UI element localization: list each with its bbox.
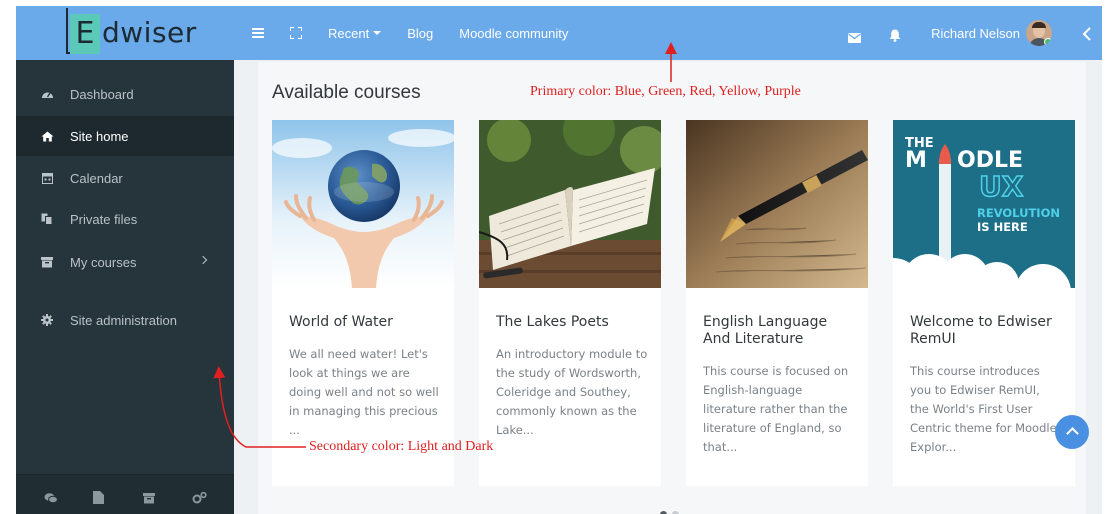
course-title[interactable]: World of Water [289, 314, 441, 331]
logo-letter: E [70, 14, 100, 54]
sidebar-item-private-files[interactable]: Private files [16, 199, 234, 239]
course-title[interactable]: The Lakes Poets [496, 314, 648, 331]
course-description: This course introduces you to Edwiser Re… [910, 364, 1061, 454]
sidebar-footer [16, 474, 234, 514]
moodle-ux-is-here: IS HERE [977, 220, 1028, 234]
course-card-welcome-to-edwiser-remui[interactable]: THE M ODLE UX REVOLUTION IS HERE Welcome… [893, 120, 1075, 486]
top-navbar: E dwiser Recent Blog Moodle community Ri… [16, 6, 1102, 60]
course-image: THE M ODLE UX REVOLUTION IS HERE [893, 120, 1075, 288]
nav-left: Recent Blog Moodle community [252, 6, 594, 60]
home-icon [40, 129, 54, 143]
online-status-dot [1044, 38, 1052, 46]
dashboard-icon [40, 87, 54, 101]
hamburger-icon [252, 28, 264, 38]
course-image [686, 120, 868, 288]
secondary-color-annotation: Secondary color: Light and Dark [309, 439, 494, 454]
user-menu[interactable]: Richard Nelson [931, 20, 1082, 46]
collapse-panel-button[interactable] [1082, 26, 1092, 41]
sidebar-item-label: Calendar [70, 170, 123, 186]
sidebar-item-site-home[interactable]: Site home [16, 116, 234, 156]
blog-link[interactable]: Blog [407, 26, 433, 41]
scroll-to-top-button[interactable] [1055, 415, 1089, 449]
moodle-ux-m: M [905, 148, 927, 173]
chevron-right-icon [198, 255, 208, 265]
sidebar: Dashboard Site home Calendar Private fil… [16, 60, 234, 514]
notifications-button[interactable] [889, 27, 901, 42]
expand-icon [290, 27, 302, 39]
course-title[interactable]: Welcome to Edwiser RemUI [910, 314, 1062, 348]
moodle-community-link[interactable]: Moodle community [459, 26, 568, 41]
logo-text: dwiser [102, 16, 197, 49]
user-name: Richard Nelson [931, 25, 1020, 41]
cog-icon [40, 313, 54, 327]
app-frame: E dwiser Recent Blog Moodle community Ri… [16, 6, 1102, 514]
caret-down-icon [373, 31, 382, 35]
sidebar-item-dashboard[interactable]: Dashboard [16, 74, 234, 114]
course-title[interactable]: English Language And Literature [703, 314, 855, 348]
page-title: Available courses [272, 82, 421, 103]
primary-color-annotation: Primary color: Blue, Green, Red, Yellow,… [530, 84, 801, 99]
course-image [479, 120, 661, 288]
sidebar-item-label: Dashboard [70, 86, 134, 102]
menu-toggle-button[interactable] [252, 28, 264, 38]
sidebar-item-label: Site home [70, 128, 129, 144]
nav-right: Richard Nelson [848, 6, 1102, 60]
recent-label: Recent [328, 25, 370, 41]
course-description: An introductory module to the study of W… [496, 347, 648, 437]
course-image [272, 120, 454, 288]
cogs-icon[interactable] [192, 489, 207, 503]
sidebar-item-my-courses[interactable]: My courses [16, 242, 234, 282]
sidebar-item-label: Site administration [70, 312, 177, 328]
brand-logo[interactable]: E dwiser [16, 6, 234, 60]
moodle-ux-ux: UX [978, 169, 1024, 204]
comments-icon[interactable] [44, 489, 58, 503]
chevron-left-icon [1082, 27, 1091, 41]
course-description: This course is focused on English-langua… [703, 364, 849, 454]
course-card-world-of-water[interactable]: World of Water We all need water! Let's … [272, 120, 454, 486]
file-icon[interactable] [93, 489, 107, 504]
sidebar-item-site-administration[interactable]: Site administration [16, 300, 234, 340]
course-card-english-language-and-literature[interactable]: English Language And Literature This cou… [686, 120, 868, 486]
envelope-icon [848, 33, 862, 43]
sidebar-item-label: Private files [70, 211, 138, 227]
course-card-the-lakes-poets[interactable]: The Lakes Poets An introductory module t… [479, 120, 661, 486]
bell-icon [889, 29, 901, 42]
moodle-ux-revolution: REVOLUTION [977, 206, 1060, 220]
sidebar-item-calendar[interactable]: Calendar [16, 158, 234, 198]
archive-icon[interactable] [142, 489, 157, 503]
files-icon [40, 212, 54, 226]
avatar [1026, 20, 1052, 46]
recent-dropdown[interactable]: Recent [328, 25, 382, 41]
course-description: We all need water! Let's look at things … [289, 347, 439, 437]
sidebar-item-label: My courses [70, 254, 137, 270]
calendar-icon [40, 171, 54, 185]
messages-button[interactable] [848, 28, 862, 43]
archive-icon [40, 255, 54, 269]
fullscreen-button[interactable] [290, 27, 302, 39]
